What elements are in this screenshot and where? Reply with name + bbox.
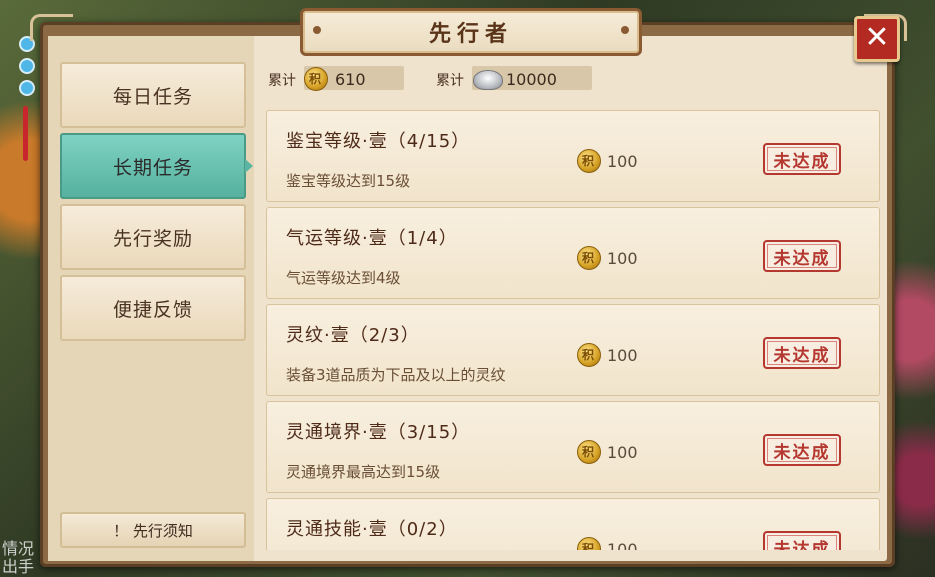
task-reward: 100	[577, 246, 638, 270]
task-card: 灵通境界·壹（3/15） 灵通境界最高达到15级 100 未达成	[266, 401, 880, 493]
task-title: 气运等级·壹（1/4）	[286, 228, 458, 249]
task-reward: 100	[577, 440, 638, 464]
task-title: 灵通技能·壹（0/2）	[286, 519, 458, 540]
reward-amount: 100	[607, 539, 638, 551]
task-card: 气运等级·壹（1/4） 气运等级达到4级 100 未达成	[266, 207, 880, 299]
reward-amount: 100	[607, 248, 638, 268]
task-reward: 100	[577, 537, 638, 550]
task-status-stamp: 未达成	[763, 240, 841, 272]
reward-amount: 100	[607, 345, 638, 365]
task-status-stamp: 未达成	[763, 531, 841, 550]
points-coin-icon	[577, 149, 601, 173]
points-coin-icon	[577, 537, 601, 550]
points-coin-icon	[577, 343, 601, 367]
reward-amount: 100	[607, 151, 638, 171]
task-list[interactable]: 鉴宝等级·壹（4/15） 鉴宝等级达到15级 100 未达成 气运等级·壹（1/…	[0, 0, 935, 550]
task-reward: 100	[577, 149, 638, 173]
task-reward: 100	[577, 343, 638, 367]
task-card: 鉴宝等级·壹（4/15） 鉴宝等级达到15级 100 未达成	[266, 110, 880, 202]
task-title: 灵纹·壹（2/3）	[286, 325, 420, 346]
points-coin-icon	[577, 246, 601, 270]
task-status-stamp: 未达成	[763, 143, 841, 175]
task-card: 灵纹·壹（2/3） 装备3道品质为下品及以上的灵纹 100 未达成	[266, 304, 880, 396]
points-coin-icon	[577, 440, 601, 464]
task-title: 鉴宝等级·壹（4/15）	[286, 131, 471, 152]
task-title: 灵通境界·壹（3/15）	[286, 422, 471, 443]
task-card: 灵通技能·壹（0/2） 100 未达成	[266, 498, 880, 550]
task-status-stamp: 未达成	[763, 434, 841, 466]
task-description: 气运等级达到4级	[286, 269, 401, 287]
task-description: 鉴宝等级达到15级	[286, 172, 411, 190]
task-description: 装备3道品质为下品及以上的灵纹	[286, 366, 506, 384]
reward-amount: 100	[607, 442, 638, 462]
task-status-stamp: 未达成	[763, 337, 841, 369]
task-description: 灵通境界最高达到15级	[286, 463, 441, 481]
